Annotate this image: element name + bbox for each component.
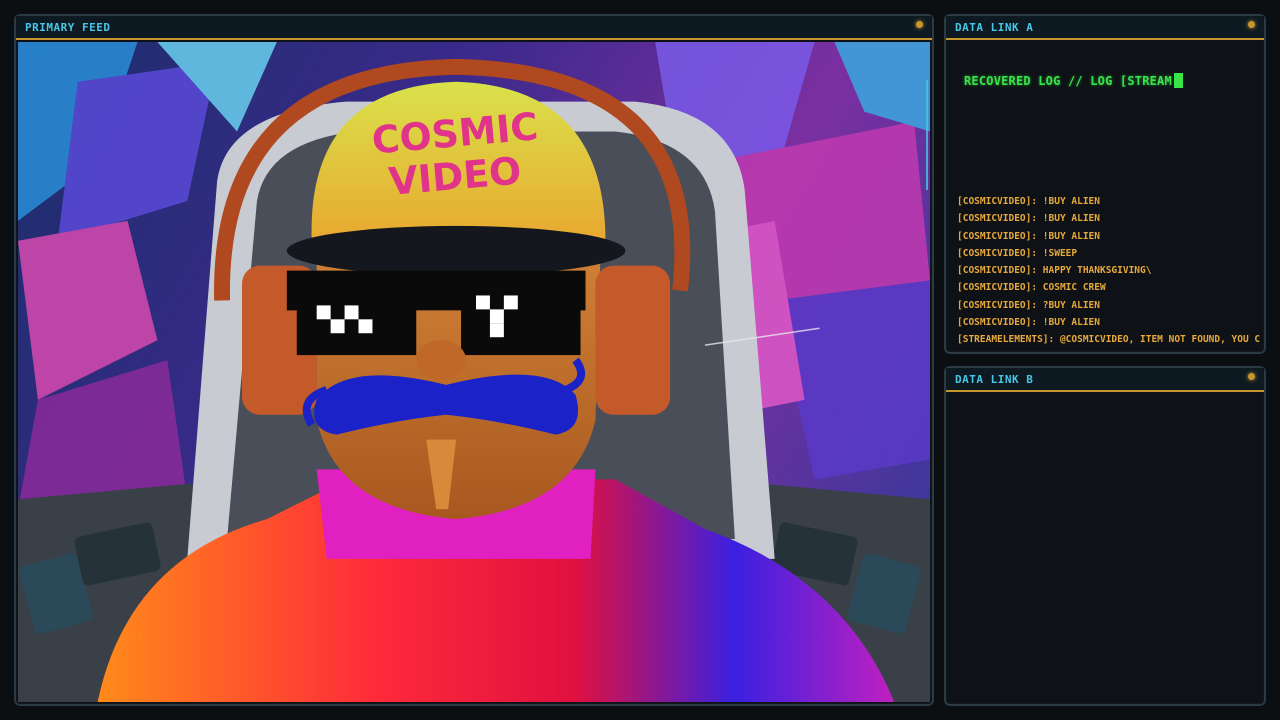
status-indicator-icon [916,21,923,28]
video-feed[interactable]: COSMIC VIDEO [18,42,930,702]
data-link-a-header: DATA LINK A [946,16,1264,40]
log-line: [COSMICVIDEO]: HAPPY THANKSGIVING\ [957,265,1152,277]
recovered-log-heading: RECOVERED LOG // LOG [STREAM [964,73,1183,88]
primary-feed-title: PRIMARY FEED [25,21,111,34]
streamer-avatar-scene: COSMIC VIDEO [18,42,930,702]
log-line: [COSMICVIDEO]: COSMIC CREW [957,282,1106,294]
status-indicator-icon [1248,21,1255,28]
log-line: [COSMICVIDEO]: !SWEEP [957,247,1078,259]
data-link-b-title: DATA LINK B [955,373,1034,386]
chat-log[interactable]: [COSMICVIDEO]: !BUY ALIEN [COSMICVIDEO]: … [957,193,1260,349]
data-link-b-panel: DATA LINK B [944,366,1266,706]
data-link-a-panel: DATA LINK A RECOVERED LOG // LOG [STREAM… [944,14,1266,354]
data-link-a-title: DATA LINK A [955,21,1034,34]
data-link-b-header: DATA LINK B [946,368,1264,392]
log-line: [COSMICVIDEO]: !BUY ALIEN [957,230,1100,242]
log-line: [COSMICVIDEO]: !BUY ALIEN [957,196,1100,207]
feed-scroll-indicator [926,80,928,190]
log-line: [COSMICVIDEO]: !BUY ALIEN [957,213,1100,225]
log-line: [STREAMELEMENTS]: @COSMICVIDEO, ITEM NOT… [957,334,1260,346]
primary-feed-panel: PRIMARY FEED COSMIC VIDEO [14,14,934,706]
log-line: [COSMICVIDEO]: ?BUY ALIEN [957,299,1100,311]
terminal-cursor-icon [1173,73,1183,88]
status-indicator-icon [1248,373,1255,380]
recovered-log-text: RECOVERED LOG // LOG [STREAM [964,74,1172,88]
log-line: [COSMICVIDEO]: !BUY ALIEN [957,317,1100,329]
primary-feed-header: PRIMARY FEED [16,16,932,40]
